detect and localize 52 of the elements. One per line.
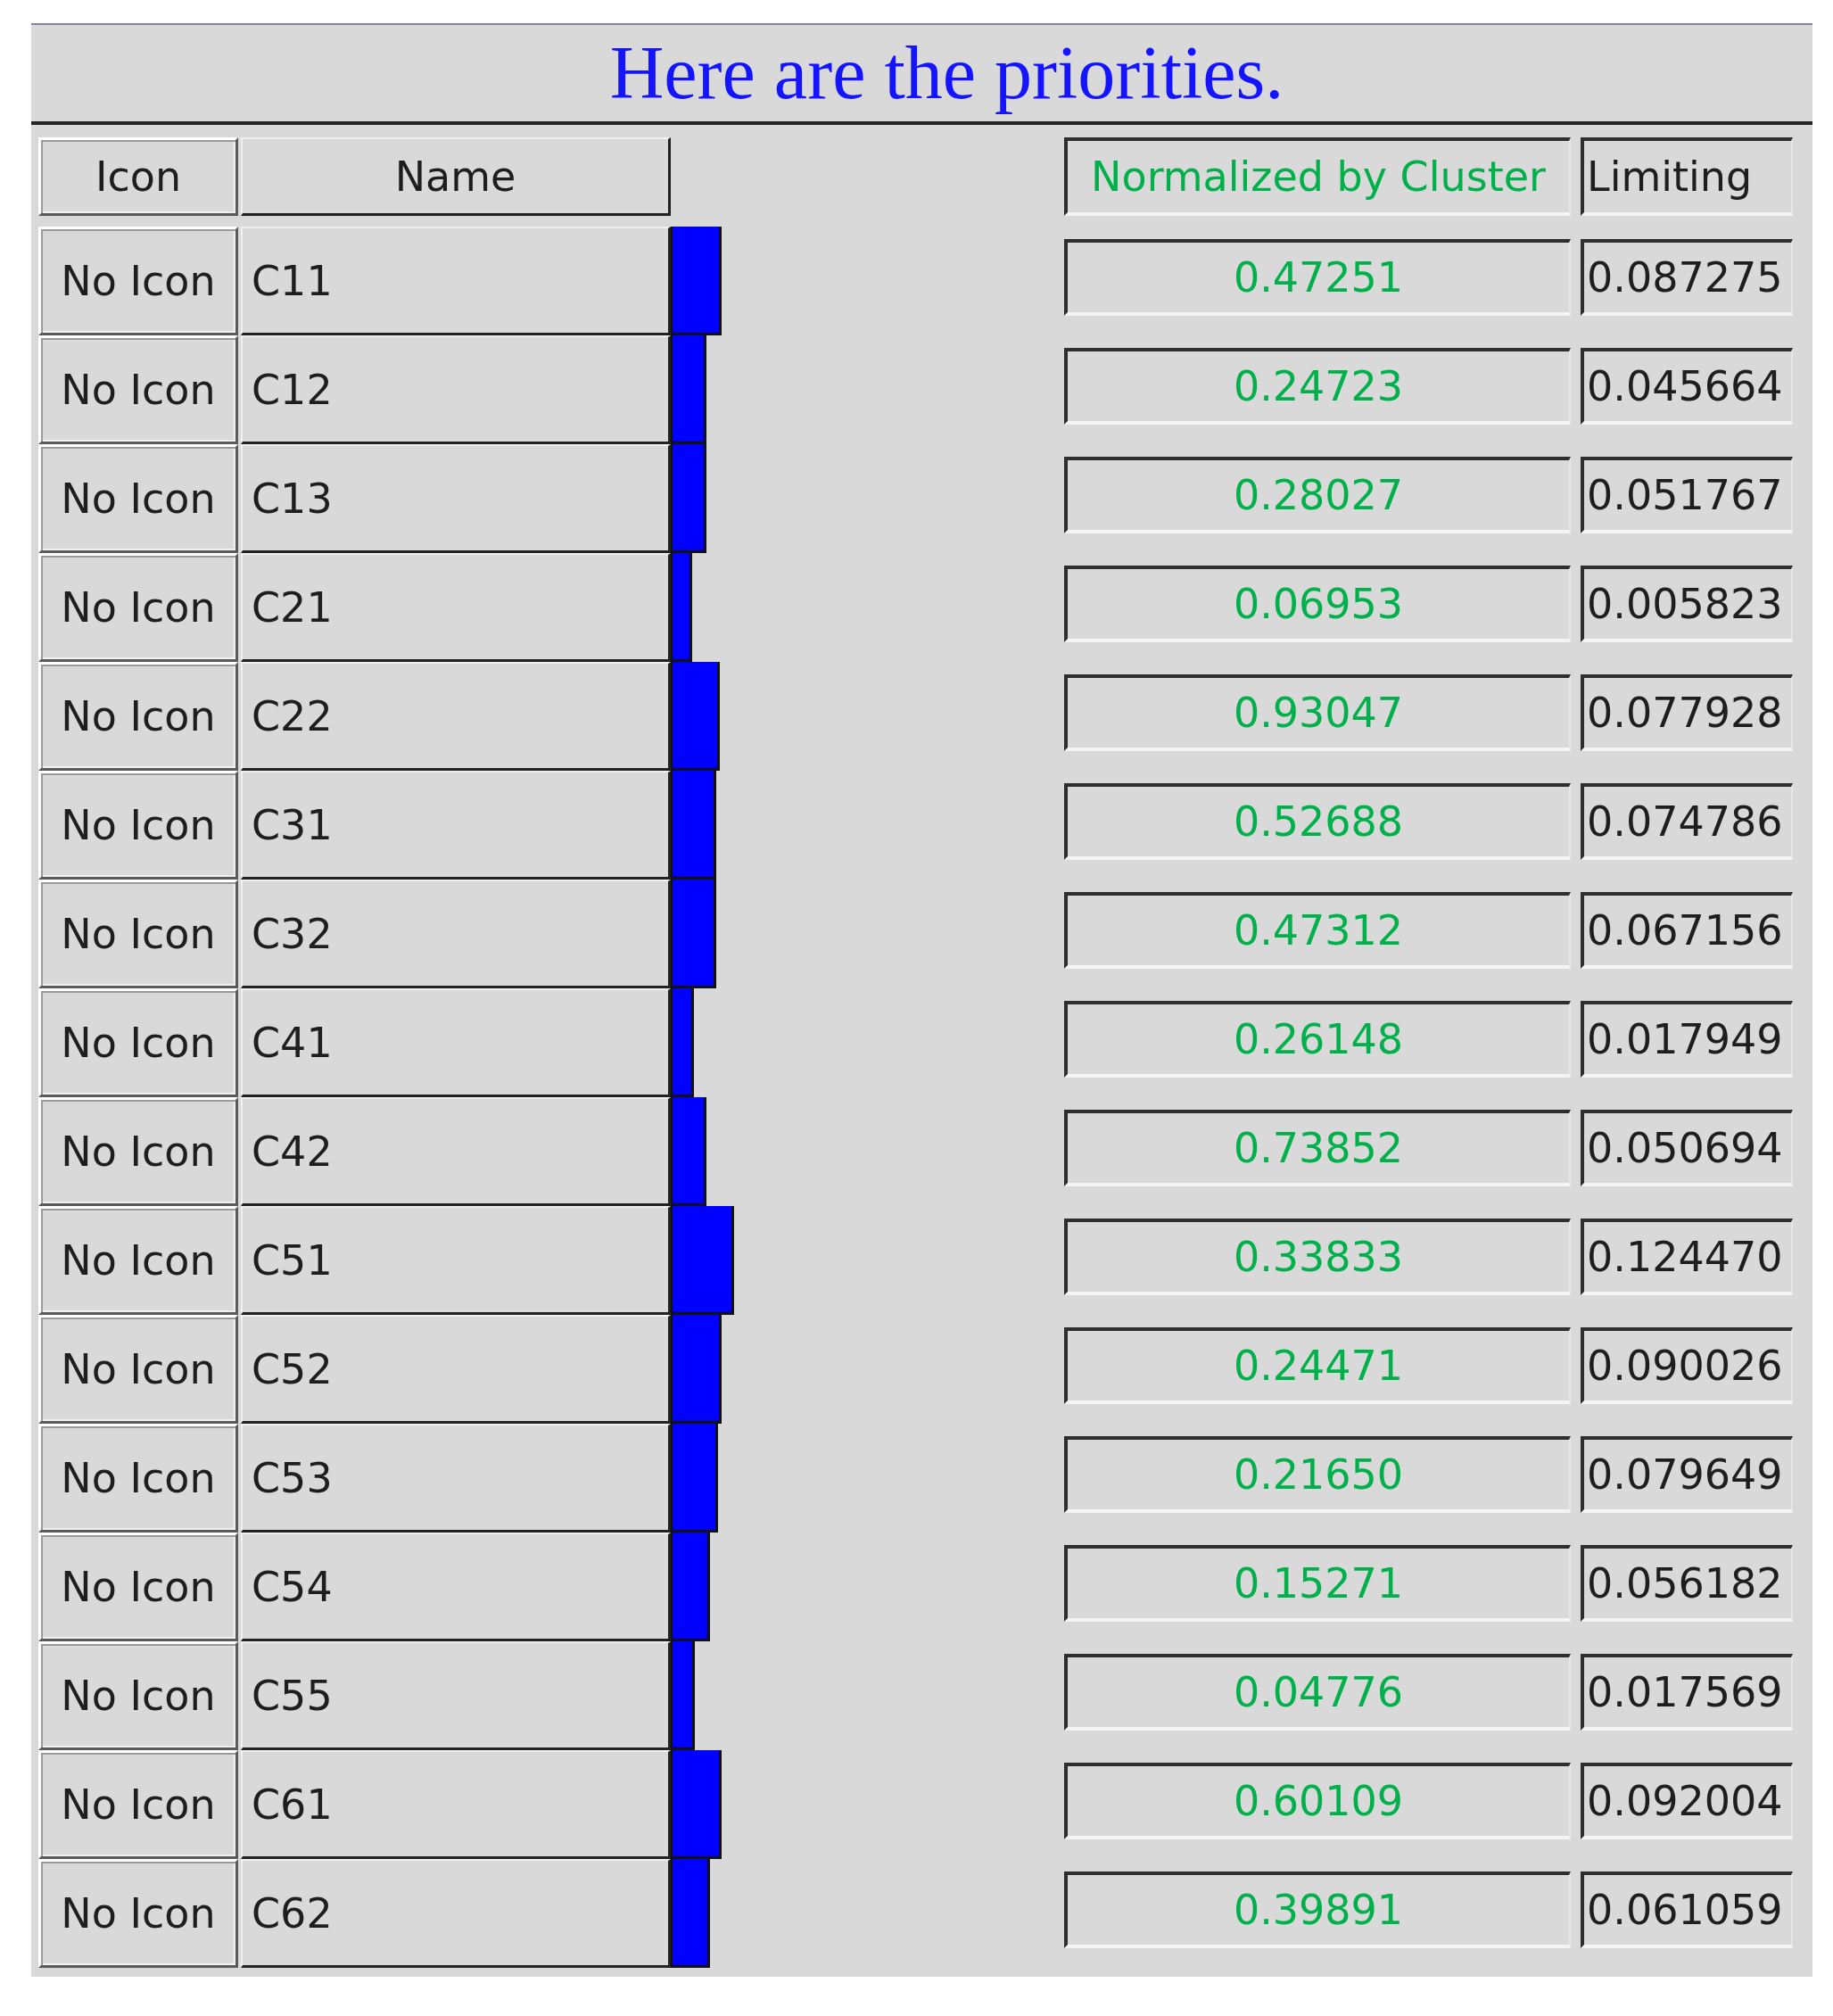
normalized-cell: 0.04776 xyxy=(1064,1654,1571,1731)
icon-cell: No Icon xyxy=(38,1859,238,1968)
limiting-cell: 0.077928 xyxy=(1581,674,1793,751)
limiting-cell: 0.079649 xyxy=(1581,1436,1793,1513)
icon-cell: No Icon xyxy=(38,1533,238,1641)
limiting-cell: 0.051767 xyxy=(1581,457,1793,533)
limiting-cell: 0.056182 xyxy=(1581,1545,1793,1622)
column-header[interactable]: Name xyxy=(241,137,671,216)
column-header[interactable]: Limiting xyxy=(1581,137,1793,216)
icon-cell: No Icon xyxy=(38,335,238,444)
icon-cell: No Icon xyxy=(38,1315,238,1424)
limiting-cell: 0.045664 xyxy=(1581,348,1793,425)
limiting-cell: 0.074786 xyxy=(1581,783,1793,860)
normalized-cell: 0.47251 xyxy=(1064,239,1571,316)
normalized-cell: 0.33833 xyxy=(1064,1219,1571,1295)
limiting-cell: 0.090026 xyxy=(1581,1327,1793,1404)
normalized-cell: 0.47312 xyxy=(1064,892,1571,969)
icon-cell: No Icon xyxy=(38,227,238,335)
limiting-cell: 0.092004 xyxy=(1581,1763,1793,1839)
icon-cell: No Icon xyxy=(38,662,238,771)
limiting-cell: 0.061059 xyxy=(1581,1871,1793,1948)
normalized-cell: 0.93047 xyxy=(1064,674,1571,751)
normalized-cell: 0.39891 xyxy=(1064,1871,1571,1948)
limiting-cell: 0.067156 xyxy=(1581,892,1793,969)
normalized-cell: 0.15271 xyxy=(1064,1545,1571,1622)
icon-cell: No Icon xyxy=(38,880,238,988)
icon-cell: No Icon xyxy=(38,1206,238,1315)
normalized-cell: 0.21650 xyxy=(1064,1436,1571,1513)
limiting-cell: 0.050694 xyxy=(1581,1110,1793,1186)
normalized-cell: 0.52688 xyxy=(1064,783,1571,860)
normalized-cell: 0.24471 xyxy=(1064,1327,1571,1404)
icon-cell: No Icon xyxy=(38,1097,238,1206)
icon-cell: No Icon xyxy=(38,553,238,662)
icon-cell: No Icon xyxy=(38,1750,238,1859)
limiting-cell: 0.017949 xyxy=(1581,1001,1793,1078)
icon-cell: No Icon xyxy=(38,1641,238,1750)
limiting-cell: 0.087275 xyxy=(1581,239,1793,316)
limiting-cell: 0.124470 xyxy=(1581,1219,1793,1295)
icon-cell: No Icon xyxy=(38,988,238,1097)
normalized-cell: 0.06953 xyxy=(1064,566,1571,642)
normalized-cell: 0.24723 xyxy=(1064,348,1571,425)
icon-cell: No Icon xyxy=(38,1424,238,1533)
column-header[interactable]: Icon xyxy=(38,137,238,216)
icon-cell: No Icon xyxy=(38,771,238,880)
normalized-cell: 0.73852 xyxy=(1064,1110,1571,1186)
limiting-cell: 0.017569 xyxy=(1581,1654,1793,1731)
window-title: Here are the priorities. xyxy=(609,31,1284,115)
normalized-cell: 0.26148 xyxy=(1064,1001,1571,1078)
normalized-cell: 0.28027 xyxy=(1064,457,1571,533)
limiting-cell: 0.005823 xyxy=(1581,566,1793,642)
icon-cell: No Icon xyxy=(38,444,238,553)
normalized-cell: 0.60109 xyxy=(1064,1763,1571,1839)
